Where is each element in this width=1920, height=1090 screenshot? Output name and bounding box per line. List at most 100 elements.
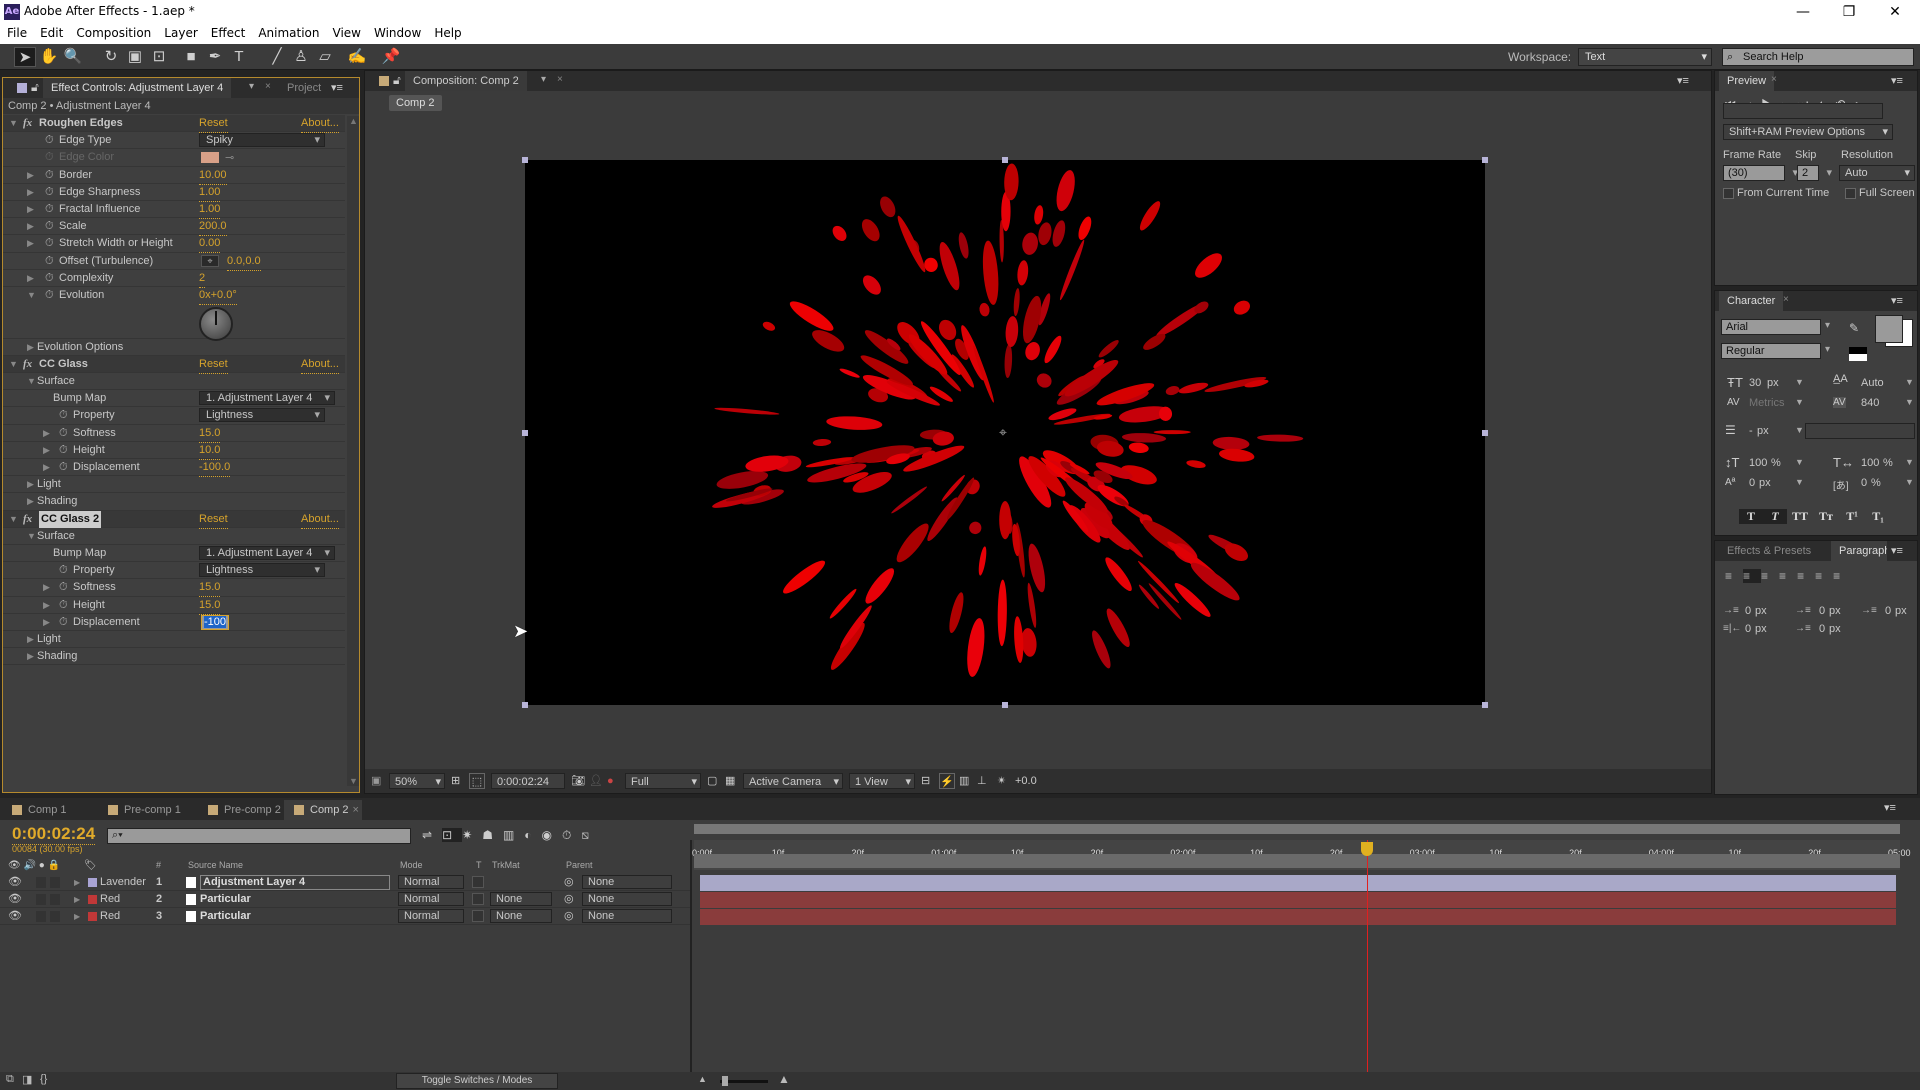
stopwatch-icon[interactable]: ⏱ bbox=[45, 235, 54, 252]
preserve-transparency-switch[interactable] bbox=[472, 876, 484, 888]
property-value[interactable]: 2 bbox=[199, 270, 206, 288]
twirl-closed-icon[interactable]: ▶ bbox=[27, 339, 34, 356]
stopwatch-icon[interactable]: ⏱ bbox=[45, 287, 54, 304]
always-preview-icon[interactable]: ▣ bbox=[371, 773, 381, 789]
exposure-icon[interactable]: ✴ bbox=[997, 773, 1006, 789]
label-color-swatch[interactable] bbox=[88, 895, 97, 904]
clone-stamp-tool-icon[interactable]: ♙ bbox=[290, 47, 312, 67]
chevron-down-icon[interactable]: ▼ bbox=[1905, 457, 1914, 467]
reset-link[interactable]: Reset bbox=[199, 511, 228, 529]
effect-property-row[interactable]: ▶ ⏱ Fractal Influence 1.00 bbox=[3, 201, 345, 219]
pick-whip-icon[interactable]: ◎ bbox=[564, 908, 574, 925]
chevron-down-icon[interactable]: ▼ bbox=[1795, 377, 1804, 387]
resolution-dropdown[interactable]: Full ▾ bbox=[625, 773, 701, 789]
toggle-switches-modes-button[interactable]: Toggle Switches / Modes bbox=[396, 1073, 558, 1089]
effect-property-row[interactable]: ▶ Evolution Options bbox=[3, 339, 345, 356]
roto-brush-tool-icon[interactable]: ✍ bbox=[346, 47, 368, 67]
displacement-edit-field[interactable]: -100 bbox=[204, 615, 227, 628]
stopwatch-icon[interactable]: ⏱ bbox=[59, 442, 68, 459]
effect-property-row[interactable]: ⏱ Edge Type Spiky bbox=[3, 132, 345, 150]
property-dropdown[interactable]: 1. Adjustment Layer 4 bbox=[199, 546, 335, 560]
current-time-indicator[interactable] bbox=[1360, 840, 1373, 1072]
twirl-open-icon[interactable]: ▼ bbox=[9, 356, 18, 373]
solo-switch[interactable] bbox=[36, 877, 46, 888]
twirl-closed-icon[interactable]: ▶ bbox=[74, 891, 80, 908]
ram-preview-options-dropdown[interactable]: Shift+RAM Preview Options ▾ bbox=[1723, 124, 1893, 140]
twirl-closed-icon[interactable]: ▶ bbox=[27, 631, 34, 648]
effect-header[interactable]: ▼ fx CC Glass 2 Reset About... bbox=[3, 510, 345, 529]
indent-left-value[interactable]: 0 bbox=[1745, 605, 1751, 617]
panel-menu-icon[interactable]: ▾≡ bbox=[1891, 74, 1903, 87]
leading-value[interactable]: Auto bbox=[1861, 377, 1884, 389]
effect-property-row[interactable]: ▼ Surface bbox=[3, 373, 345, 391]
label-color-swatch[interactable] bbox=[88, 878, 97, 887]
effect-property-row[interactable]: ▼ Surface bbox=[3, 528, 345, 545]
stroke-style-dropdown[interactable] bbox=[1805, 423, 1915, 439]
align-left-icon[interactable]: ≡ bbox=[1725, 569, 1743, 583]
effect-property-row[interactable]: ▶ Light bbox=[3, 631, 345, 649]
layer-transform-handle[interactable] bbox=[1002, 702, 1008, 708]
region-of-interest-icon[interactable]: ⬚ bbox=[469, 773, 485, 789]
fast-previews-icon[interactable]: ▢ bbox=[707, 773, 717, 789]
effect-property-row[interactable]: ▶ ⏱ Height 10.0 bbox=[3, 442, 345, 460]
tracking-value[interactable]: 840 bbox=[1861, 397, 1879, 409]
layer-row[interactable]: 👁 ▶ Red 2 Particular Normal None ◎ None bbox=[0, 891, 690, 908]
twirl-open-icon[interactable]: ▼ bbox=[27, 287, 36, 304]
pick-whip-icon[interactable]: ◎ bbox=[564, 874, 574, 891]
property-value[interactable]: 15.0 bbox=[199, 597, 221, 615]
track-matte-dropdown[interactable]: None bbox=[490, 909, 552, 923]
scroll-up-icon[interactable]: ▲ bbox=[349, 116, 358, 126]
chevron-down-icon[interactable]: ▼ bbox=[1905, 377, 1914, 387]
pen-tool-icon[interactable]: ✒ bbox=[204, 47, 226, 67]
parent-dropdown[interactable]: None bbox=[582, 892, 672, 906]
layer-row[interactable]: 👁 ▶ Red 3 Particular Normal None ◎ None bbox=[0, 908, 690, 925]
tab-effects-presets[interactable]: Effects & Presets bbox=[1719, 541, 1819, 561]
close-button[interactable]: ✕ bbox=[1872, 2, 1918, 22]
grid-guides-icon[interactable]: ⊞ bbox=[451, 773, 460, 789]
layer-row[interactable]: 👁 ▶ Lavender 1 Adjustment Layer 4 Normal ◎ None bbox=[0, 874, 690, 891]
menu-edit[interactable]: Edit bbox=[33, 24, 69, 40]
fx-icon[interactable]: fx bbox=[23, 356, 32, 373]
stopwatch-icon[interactable]: ⏱ bbox=[45, 167, 54, 184]
tab-paragraph[interactable]: Paragraph bbox=[1831, 541, 1887, 561]
lock-switch[interactable] bbox=[50, 894, 60, 905]
tab-project[interactable]: Project bbox=[279, 78, 329, 98]
effect-property-row[interactable]: ⏱ Offset (Turbulence) ⌖ 0.0,0.0 bbox=[3, 253, 345, 271]
crosshair-icon[interactable]: ⌖ bbox=[201, 254, 219, 267]
magnification-dropdown[interactable]: 50% ▾ bbox=[389, 773, 445, 789]
property-value[interactable]: 0.0,0.0 bbox=[227, 253, 261, 271]
reset-link[interactable]: Reset bbox=[199, 115, 228, 133]
workspace-dropdown[interactable]: Text ▾ bbox=[1578, 48, 1712, 66]
frame-blending-icon[interactable]: ☗ bbox=[482, 828, 503, 842]
fx-icon[interactable]: fx bbox=[23, 115, 32, 132]
property-value[interactable]: 1.00 bbox=[199, 201, 221, 219]
menu-view[interactable]: View bbox=[326, 24, 367, 40]
property-dropdown[interactable]: 1. Adjustment Layer 4 bbox=[199, 391, 335, 406]
menu-layer[interactable]: Layer bbox=[157, 24, 203, 40]
vertical-scale-value[interactable]: 100 bbox=[1749, 457, 1767, 469]
layer-duration-bar[interactable] bbox=[700, 892, 1896, 908]
draft-3d-icon[interactable]: ⊡ bbox=[442, 828, 463, 842]
skip-dropdown[interactable]: 2 ▾ bbox=[1797, 165, 1832, 181]
lock-icon[interactable]: 🔓︎ bbox=[31, 80, 39, 95]
effect-property-row[interactable]: ▶ ⏱ Softness 15.0 bbox=[3, 425, 345, 443]
brush-tool-icon[interactable]: ╱ bbox=[266, 47, 288, 67]
kerning-value[interactable]: Metrics bbox=[1749, 397, 1784, 409]
blend-mode-dropdown[interactable]: Normal bbox=[398, 909, 464, 923]
chevron-down-icon[interactable]: ▼ bbox=[1905, 397, 1914, 407]
snapshot-icon[interactable]: 📷︎ bbox=[571, 773, 585, 789]
source-name-header[interactable]: Source Name bbox=[188, 860, 243, 870]
about-link[interactable]: About... bbox=[301, 115, 339, 133]
graph-editor-icon[interactable]: ⧅ bbox=[581, 828, 599, 842]
camera-dropdown[interactable]: Active Camera ▾ bbox=[743, 773, 843, 789]
type-tool-icon[interactable]: T bbox=[228, 47, 250, 67]
layer-name[interactable]: Particular bbox=[200, 891, 251, 908]
justify-last-right-icon[interactable]: ≡ bbox=[1815, 569, 1833, 583]
space-before-value[interactable]: 0 bbox=[1745, 623, 1751, 635]
effect-property-row[interactable]: ▶ ⏱ Border 10.00 bbox=[3, 167, 345, 185]
twirl-open-icon[interactable]: ▼ bbox=[9, 511, 18, 528]
rectangle-tool-icon[interactable]: ■ bbox=[180, 47, 202, 67]
scroll-down-icon[interactable]: ▼ bbox=[349, 776, 358, 786]
motion-blur-icon[interactable]: ▥ bbox=[503, 828, 524, 842]
panel-menu-icon[interactable]: ▾≡ bbox=[1891, 544, 1903, 557]
